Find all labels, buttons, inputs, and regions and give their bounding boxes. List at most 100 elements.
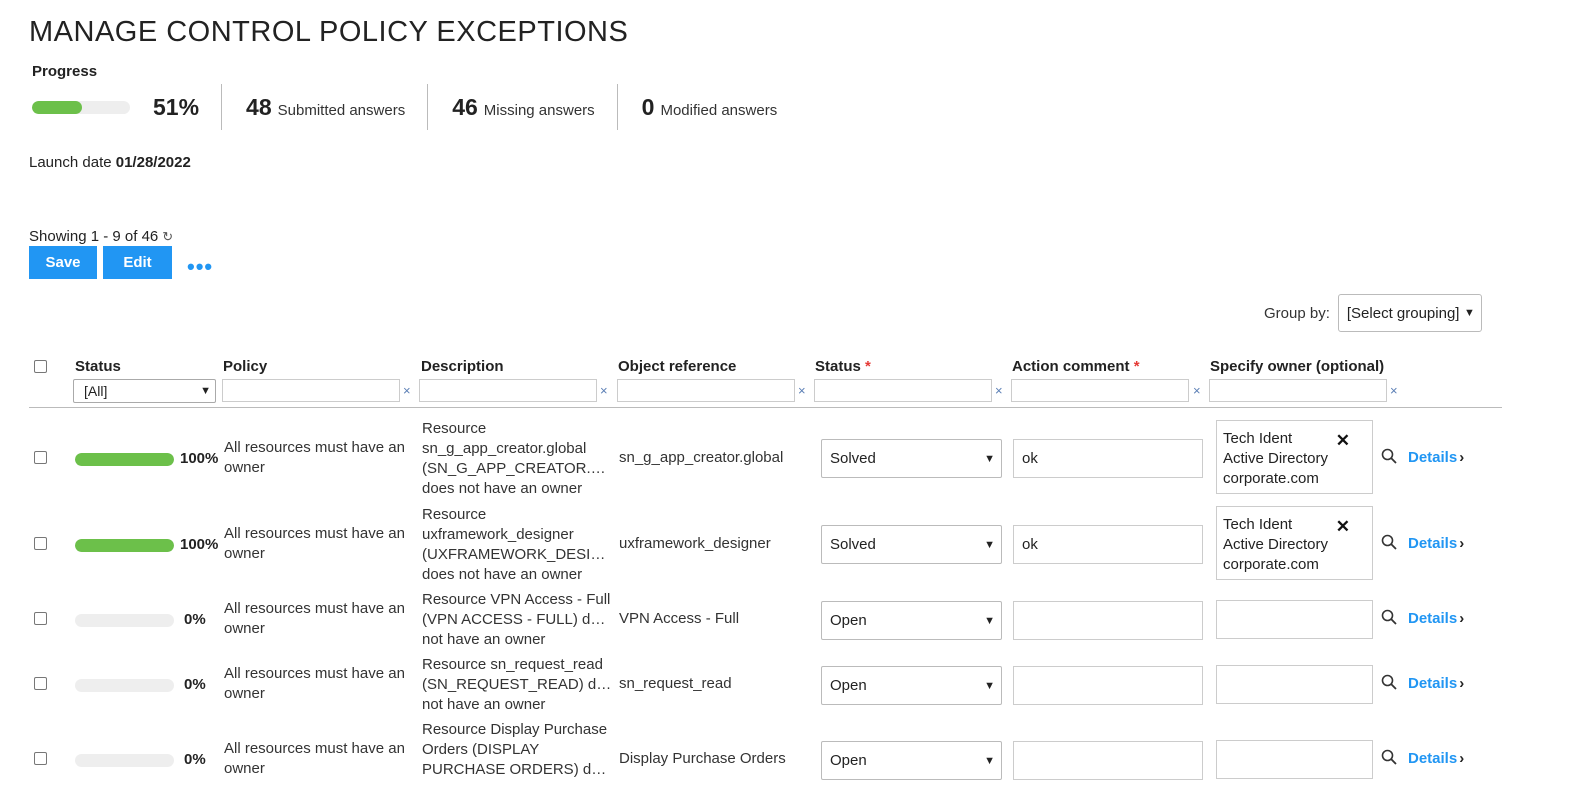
select-all-checkbox[interactable] [34,360,47,373]
row-owner-field[interactable]: Tech Ident Active Directory corporate.co… [1216,420,1373,494]
row-description-line: does not have an owner [422,566,583,583]
group-by-select[interactable]: [Select grouping] ▼ [1337,294,1482,332]
row-checkbox[interactable] [34,612,47,625]
details-link[interactable]: Details › [1408,610,1464,627]
search-icon[interactable] [1381,534,1397,550]
details-label: Details [1408,610,1458,627]
chevron-right-icon: › [1459,675,1465,692]
header-policy[interactable]: Policy [223,358,267,375]
chevron-right-icon: › [1459,750,1465,767]
close-icon[interactable]: ✕ [1336,432,1350,449]
owner-filter-input[interactable] [1209,379,1387,402]
action-comment-filter-input[interactable] [1011,379,1189,402]
details-link[interactable]: Details › [1408,449,1464,466]
owner-directory: Active Directory [1223,536,1329,553]
header-answer-status[interactable]: Status * [815,358,871,375]
row-status-value: Solved [830,536,876,553]
clear-owner-filter-icon[interactable]: × [1390,383,1398,398]
row-owner-field[interactable] [1216,740,1373,779]
chevron-down-icon: ▼ [984,452,995,465]
row-checkbox[interactable] [34,451,47,464]
overall-progress-fill [32,100,82,114]
row-description-line: sn_g_app_creator.global [422,440,587,457]
chevron-down-icon: ▼ [984,754,995,767]
row-status-select[interactable]: Solved ▼ [821,525,1002,564]
save-button[interactable]: Save [29,246,97,279]
row-checkbox[interactable] [34,677,47,690]
row-status-select[interactable]: Open ▼ [821,666,1002,705]
row-description-line: uxframework_designer [422,526,574,543]
missing-label: Missing answers [483,101,595,119]
row-policy: All resources must have an owner [224,740,405,777]
row-owner-field[interactable] [1216,600,1373,639]
group-by-selected: [Select grouping] [1346,304,1460,322]
header-description[interactable]: Description [421,358,504,375]
edit-button[interactable]: Edit [103,246,172,279]
row-owner-field[interactable]: Tech Ident Active Directory corporate.co… [1216,506,1373,580]
progress-label: Progress [32,63,98,80]
clear-answer-status-filter-icon[interactable]: × [995,383,1003,398]
modified-count: 0 [641,93,655,120]
row-progress-percent: 100% [180,536,219,553]
row-progress-bar [75,614,174,627]
details-link[interactable]: Details › [1408,750,1464,767]
clear-action-comment-filter-icon[interactable]: × [1193,383,1201,398]
row-description-line: (SN_G_APP_CREATOR.GL... [422,460,612,477]
refresh-icon[interactable]: ↻ [162,229,173,245]
search-icon[interactable] [1381,609,1397,625]
chevron-down-icon: ▼ [200,385,211,397]
policy-filter-input[interactable] [222,379,400,402]
chevron-right-icon: › [1459,535,1465,552]
row-action-comment-input[interactable] [1013,741,1203,780]
row-action-comment-input[interactable]: ok [1013,439,1203,478]
header-object-reference[interactable]: Object reference [618,358,736,375]
row-description-line: Resource [422,420,487,437]
header-owner[interactable]: Specify owner (optional) [1210,358,1384,375]
row-status-select[interactable]: Open ▼ [821,601,1002,640]
clear-description-filter-icon[interactable]: × [600,383,608,398]
more-actions-icon[interactable]: ••• [187,256,213,278]
launch-date-value: 01/28/2022 [115,154,191,171]
modified-label: Modified answers [660,101,778,119]
header-action-comment[interactable]: Action comment * [1012,358,1140,375]
clear-object-reference-filter-icon[interactable]: × [798,383,806,398]
clear-policy-filter-icon[interactable]: × [403,383,411,398]
row-action-comment-input[interactable] [1013,601,1203,640]
search-icon[interactable] [1381,749,1397,765]
row-progress-fill [75,539,174,552]
search-icon[interactable] [1381,448,1397,464]
row-progress-bar [75,539,174,552]
row-progress-bar [75,754,174,767]
header-answer-status-label: Status [815,358,861,375]
details-link[interactable]: Details › [1408,535,1464,552]
header-status[interactable]: Status [75,358,121,375]
status-filter-select[interactable]: [All] ▼ [73,379,216,403]
launch-date: Launch date 01/28/2022 [29,154,191,171]
object-reference-filter-input[interactable] [617,379,795,402]
row-description-line: not have an owner [422,696,546,713]
description-filter-input[interactable] [419,379,597,402]
row-action-comment-input[interactable] [1013,666,1203,705]
row-description-line: Resource Display Purchase [422,721,608,738]
row-action-comment-input[interactable]: ok [1013,525,1203,564]
row-status-select[interactable]: Open ▼ [821,741,1002,780]
row-object-reference: Display Purchase Orders [619,750,786,767]
chevron-down-icon: ▼ [984,679,995,692]
row-status-select[interactable]: Solved ▼ [821,439,1002,478]
close-icon[interactable]: ✕ [1336,518,1350,535]
row-progress-fill [75,453,174,466]
row-description-line: Resource VPN Access - Full [422,591,611,608]
chevron-right-icon: › [1459,610,1465,627]
row-description-line: Resource sn_request_read [422,656,603,673]
submitted-count: 48 [246,93,272,120]
row-description: Resource uxframework_designer (UXFRAMEWO… [422,505,612,585]
row-progress-percent: 100% [180,450,219,467]
answer-status-filter-input[interactable] [814,379,992,402]
details-link[interactable]: Details › [1408,675,1464,692]
search-icon[interactable] [1381,674,1397,690]
row-checkbox[interactable] [34,537,47,550]
details-label: Details [1408,750,1458,767]
row-checkbox[interactable] [34,752,47,765]
row-owner-field[interactable] [1216,665,1373,704]
details-label: Details [1408,449,1458,466]
